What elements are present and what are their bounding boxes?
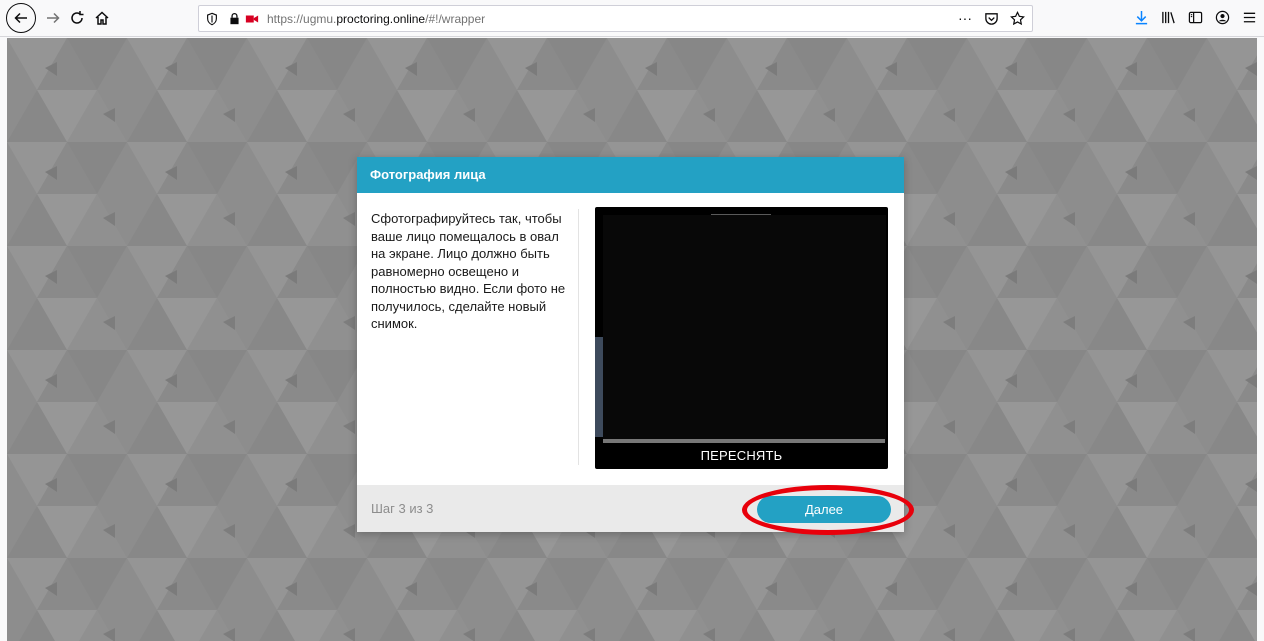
camera-preview: ПЕРЕСНЯТЬ <box>595 207 888 469</box>
dialog-footer: Шаг 3 из 3 Далее <box>357 485 904 532</box>
shield-icon[interactable] <box>203 10 221 28</box>
instructions-text: Сфотографируйтесь так, чтобы ваше лицо п… <box>371 211 566 331</box>
bookmark-star-icon[interactable] <box>1008 9 1026 27</box>
account-icon[interactable] <box>1213 6 1231 28</box>
reload-icon[interactable] <box>64 5 90 31</box>
dialog-title: Фотография лица <box>357 157 904 193</box>
url-bar[interactable]: https://ugmu.proctoring.online/#!/wrappe… <box>198 5 1033 32</box>
photo-frame <box>603 215 886 442</box>
retake-button[interactable]: ПЕРЕСНЯТЬ <box>595 445 888 469</box>
camera-icon[interactable] <box>243 10 261 28</box>
preview-edge <box>595 337 603 437</box>
preview-edge <box>603 439 885 443</box>
forward-icon[interactable] <box>40 5 66 31</box>
download-icon[interactable] <box>1132 6 1150 28</box>
face-photo-dialog: Фотография лица Сфотографируйтесь так, ч… <box>357 157 904 532</box>
url-text[interactable]: https://ugmu.proctoring.online/#!/wrappe… <box>267 12 485 26</box>
library-icon[interactable] <box>1159 6 1177 28</box>
home-icon[interactable] <box>89 5 115 31</box>
lock-icon[interactable] <box>225 10 243 28</box>
next-button[interactable]: Далее <box>757 496 891 523</box>
sidebar-icon[interactable] <box>1186 6 1204 28</box>
page-actions-icon[interactable]: ··· <box>956 9 974 27</box>
pocket-icon[interactable] <box>982 9 1000 27</box>
menu-icon[interactable] <box>1240 6 1258 28</box>
back-icon[interactable] <box>6 3 36 33</box>
divider <box>578 209 579 465</box>
dialog-body: Сфотографируйтесь так, чтобы ваше лицо п… <box>357 193 904 485</box>
step-indicator: Шаг 3 из 3 <box>371 501 434 516</box>
browser-toolbar: https://ugmu.proctoring.online/#!/wrappe… <box>0 0 1264 37</box>
